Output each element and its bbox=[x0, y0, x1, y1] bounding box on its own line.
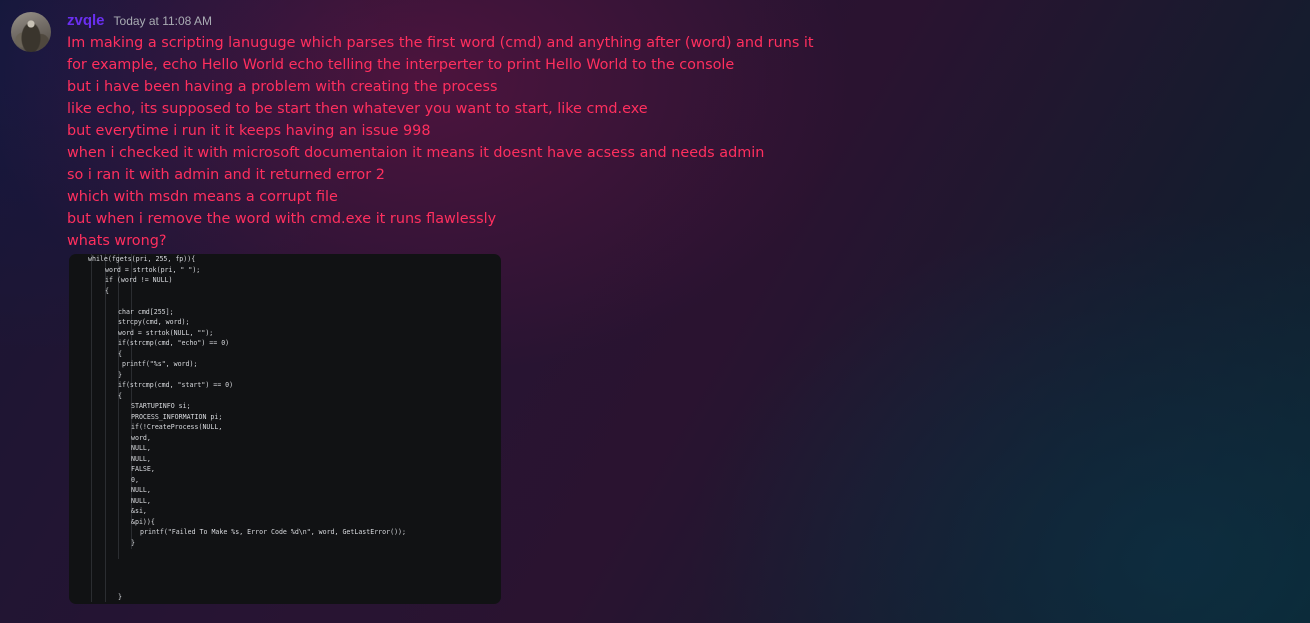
code-line: if (word != NULL) bbox=[105, 276, 173, 284]
message-line: but i have been having a problem with cr… bbox=[67, 79, 498, 95]
code-line: FALSE, bbox=[131, 465, 155, 473]
code-line: word = strtok(pri, " "); bbox=[105, 265, 201, 274]
message-line: but when i remove the word with cmd.exe … bbox=[67, 211, 497, 227]
message-line: Im making a scripting lanuguge which par… bbox=[67, 35, 814, 51]
code-line: 0, bbox=[131, 475, 139, 484]
code-line: printf("%s", word); bbox=[122, 360, 198, 368]
code-line: NULL, bbox=[131, 486, 151, 494]
code-line: while(fgets(pri, 255, fp)){ bbox=[88, 255, 196, 263]
code-line: if(!CreateProcess(NULL, bbox=[131, 423, 223, 431]
message-line: like echo, its supposed to be start then… bbox=[67, 101, 648, 117]
chat-message: zvqle Today at 11:08 AM Im making a scri… bbox=[0, 0, 1310, 623]
message-line: for example, echo Hello World echo telli… bbox=[67, 57, 735, 73]
code-line: char cmd[255]; bbox=[118, 307, 174, 316]
code-line: NULL, bbox=[131, 496, 151, 505]
code-line: printf("Failed To Make %s, Error Code %d… bbox=[140, 528, 406, 536]
code-line: } bbox=[131, 538, 135, 547]
message-line: so i ran it with admin and it returned e… bbox=[67, 167, 385, 183]
message-line: which with msdn means a corrupt file bbox=[67, 189, 338, 205]
code-line: word, bbox=[131, 433, 151, 442]
code-line: } bbox=[118, 370, 122, 379]
message-line: whats wrong? bbox=[67, 233, 167, 249]
code-line: &pi)){ bbox=[131, 517, 155, 526]
code-block: while(fgets(pri, 255, fp)){ word = strto… bbox=[69, 254, 501, 604]
code-line: NULL, bbox=[131, 444, 151, 452]
timestamp[interactable]: Today at 11:08 AM bbox=[114, 10, 213, 32]
code-line: strcpy(cmd, word); bbox=[118, 318, 190, 326]
code-line: PROCESS_INFORMATION pi; bbox=[131, 412, 223, 421]
code-line: if(strcmp(cmd, "start") == 0) bbox=[118, 381, 234, 389]
message-line: when i checked it with microsoft documen… bbox=[67, 145, 765, 161]
code-line: word = strtok(NULL, ""); bbox=[118, 328, 214, 337]
code-screenshot-attachment[interactable]: while(fgets(pri, 255, fp)){ word = strto… bbox=[69, 254, 501, 604]
username[interactable]: zvqle bbox=[67, 10, 105, 32]
code-line: STARTUPINFO si; bbox=[131, 402, 191, 410]
message-header: zvqle Today at 11:08 AM bbox=[67, 10, 212, 32]
message-line: but everytime i run it it keeps having a… bbox=[67, 123, 431, 139]
code-line: { bbox=[105, 286, 109, 295]
code-line: } bbox=[118, 593, 122, 601]
code-line: { bbox=[118, 349, 122, 358]
code-line: NULL, bbox=[131, 454, 151, 463]
message-content: Im making a scripting lanuguge which par… bbox=[67, 32, 1267, 252]
code-line: if(strcmp(cmd, "echo") == 0) bbox=[118, 339, 230, 347]
avatar[interactable] bbox=[11, 12, 51, 52]
code-line: &si, bbox=[131, 507, 147, 515]
code-line: { bbox=[118, 391, 122, 400]
